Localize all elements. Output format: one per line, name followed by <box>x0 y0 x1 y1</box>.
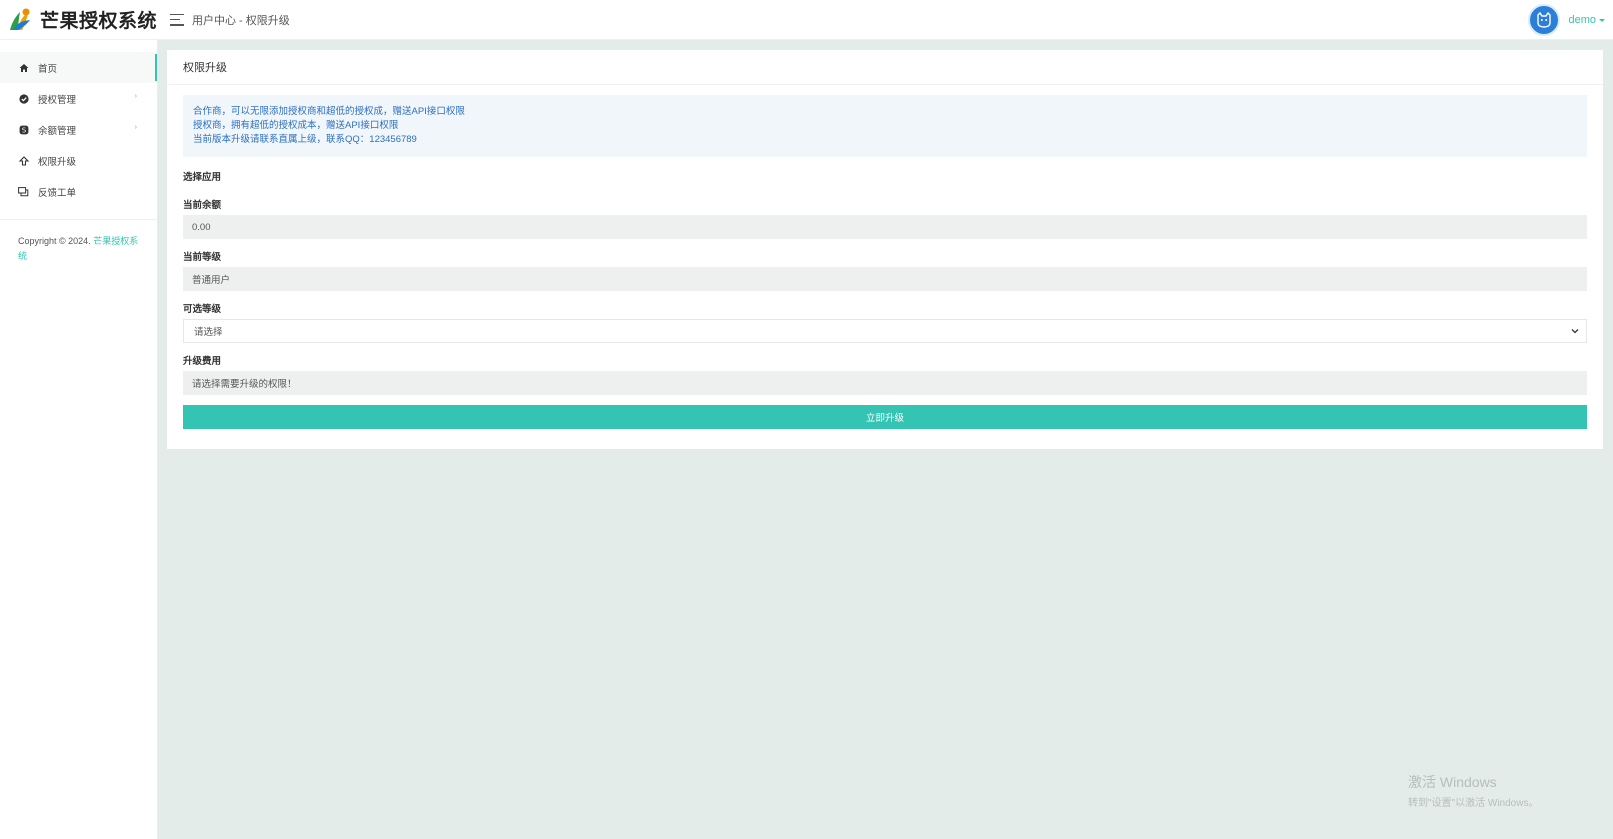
sidebar: 首页 授权管理 › S 余额管理 › 权限升级 反馈工单 Copyright ©… <box>0 40 158 839</box>
balance-group: 当前余额 0.00 <box>183 197 1587 239</box>
optional-level-label: 可选等级 <box>183 304 222 315</box>
username-link[interactable]: demo <box>1568 14 1596 26</box>
check-circle-icon <box>18 93 29 104</box>
sidebar-item-label: 权限升级 <box>38 156 77 168</box>
feedback-icon <box>18 186 29 197</box>
avatar-cat-icon <box>1537 11 1552 28</box>
user-menu[interactable]: demo <box>1528 3 1605 37</box>
sidebar-item-license-management[interactable]: 授权管理 › <box>0 83 157 114</box>
sidebar-item-home[interactable]: 首页 <box>0 52 157 83</box>
upgrade-card: 权限升级 合作商，可以无限添加授权商和超低的授权成，赠送API接口权限 授权商，… <box>167 50 1603 449</box>
card-title: 权限升级 <box>167 50 1603 85</box>
breadcrumb: 用户中心 - 权限升级 <box>192 14 290 27</box>
level-label: 当前等级 <box>183 252 222 263</box>
fee-group: 升级费用 请选择需要升级的权限！ <box>183 353 1587 395</box>
sidebar-item-label: 授权管理 <box>38 94 77 106</box>
top-header: 芒果授权系统 用户中心 - 权限升级 demo <box>0 0 1613 40</box>
coin-icon: S <box>18 124 29 135</box>
notice-line: 合作商，可以无限添加授权商和超低的授权成，赠送API接口权限 <box>193 106 465 117</box>
sidebar-divider <box>0 219 157 220</box>
upgrade-fee-field: 请选择需要升级的权限！ <box>183 371 1587 395</box>
sidebar-item-label: 首页 <box>38 63 58 75</box>
brand-name: 芒果授权系统 <box>40 10 158 32</box>
chevron-right-icon: › <box>134 124 137 131</box>
notice-line: 授权商，拥有超低的授权成本，赠送API接口权限 <box>193 120 399 131</box>
home-icon <box>18 62 29 73</box>
chevron-down-icon <box>1571 329 1579 334</box>
current-level-field: 普通用户 <box>183 267 1587 291</box>
upgrade-icon <box>18 155 29 166</box>
sidebar-item-feedback-ticket[interactable]: 反馈工单 <box>0 176 157 207</box>
notice-box: 合作商，可以无限添加授权商和超低的授权成，赠送API接口权限 授权商，拥有超低的… <box>183 95 1587 157</box>
sidebar-item-label: 余额管理 <box>38 125 77 137</box>
windows-activation-watermark: 激活 Windows 转到"设置"以激活 Windows。 <box>1408 772 1538 809</box>
svg-text:S: S <box>21 126 26 134</box>
optional-level-value: 请选择 <box>194 327 223 338</box>
brand[interactable]: 芒果授权系统 <box>0 0 158 40</box>
balance-label: 当前余额 <box>183 200 222 211</box>
fee-label: 升级费用 <box>183 356 222 367</box>
menu-toggle-icon[interactable] <box>170 13 184 26</box>
sidebar-item-balance-management[interactable]: S 余额管理 › <box>0 114 157 145</box>
avatar[interactable] <box>1528 4 1561 36</box>
copyright: Copyright © 2024. 芒果授权系统 <box>0 234 157 264</box>
balance-field: 0.00 <box>183 215 1587 239</box>
select-app-label: 选择应用 <box>183 172 222 183</box>
copyright-text: Copyright © 2024. <box>18 236 94 246</box>
notice-line: 当前版本升级请联系直属上级，联系QQ：123456789 <box>193 134 417 145</box>
card-body: 合作商，可以无限添加授权商和超低的授权成，赠送API接口权限 授权商，拥有超低的… <box>167 85 1603 439</box>
sidebar-item-label: 反馈工单 <box>38 187 77 199</box>
optional-level-group: 可选等级 请选择 <box>183 301 1587 343</box>
sidebar-item-permission-upgrade[interactable]: 权限升级 <box>0 145 157 176</box>
upgrade-now-button[interactable]: 立即升级 <box>183 405 1587 429</box>
watermark-subtitle: 转到"设置"以激活 Windows。 <box>1408 798 1539 809</box>
mango-logo-icon <box>10 8 30 30</box>
sidebar-nav: 首页 授权管理 › S 余额管理 › 权限升级 反馈工单 <box>0 40 157 207</box>
watermark-title: 激活 Windows <box>1408 774 1497 790</box>
chevron-right-icon: › <box>134 93 137 100</box>
level-group: 当前等级 普通用户 <box>183 249 1587 291</box>
caret-down-icon <box>1599 18 1605 22</box>
optional-level-select[interactable]: 请选择 <box>183 319 1587 343</box>
